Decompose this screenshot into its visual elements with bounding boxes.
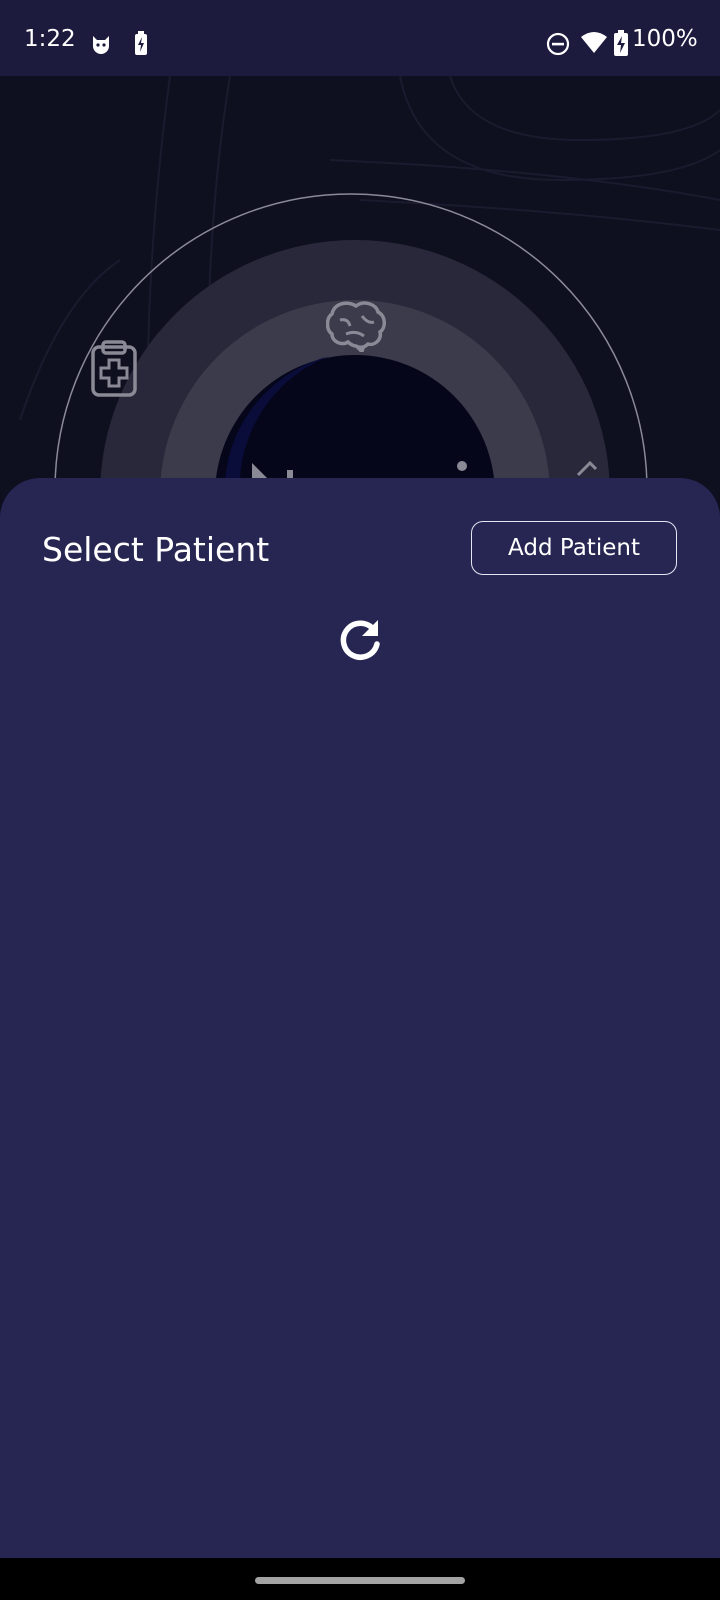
do-not-disturb-icon [546,32,570,56]
add-patient-button[interactable]: Add Patient [471,521,677,575]
brain-icon [326,301,386,352]
battery-percent: 100% [632,26,698,52]
wifi-icon [581,32,607,53]
status-time: 1:22 [24,26,76,52]
battery-saver-icon [135,31,147,55]
navigation-bar [0,1558,720,1600]
battery-charging-icon [614,30,628,56]
refresh-icon[interactable] [336,616,384,664]
background-rings [19,76,720,506]
cat-face-icon [93,36,109,54]
background-artwork [0,76,720,506]
sheet-title: Select Patient [42,530,270,569]
clipboard-medical-icon [91,340,137,397]
status-bar: 1:22 100% [0,0,720,76]
home-indicator[interactable] [255,1577,465,1584]
